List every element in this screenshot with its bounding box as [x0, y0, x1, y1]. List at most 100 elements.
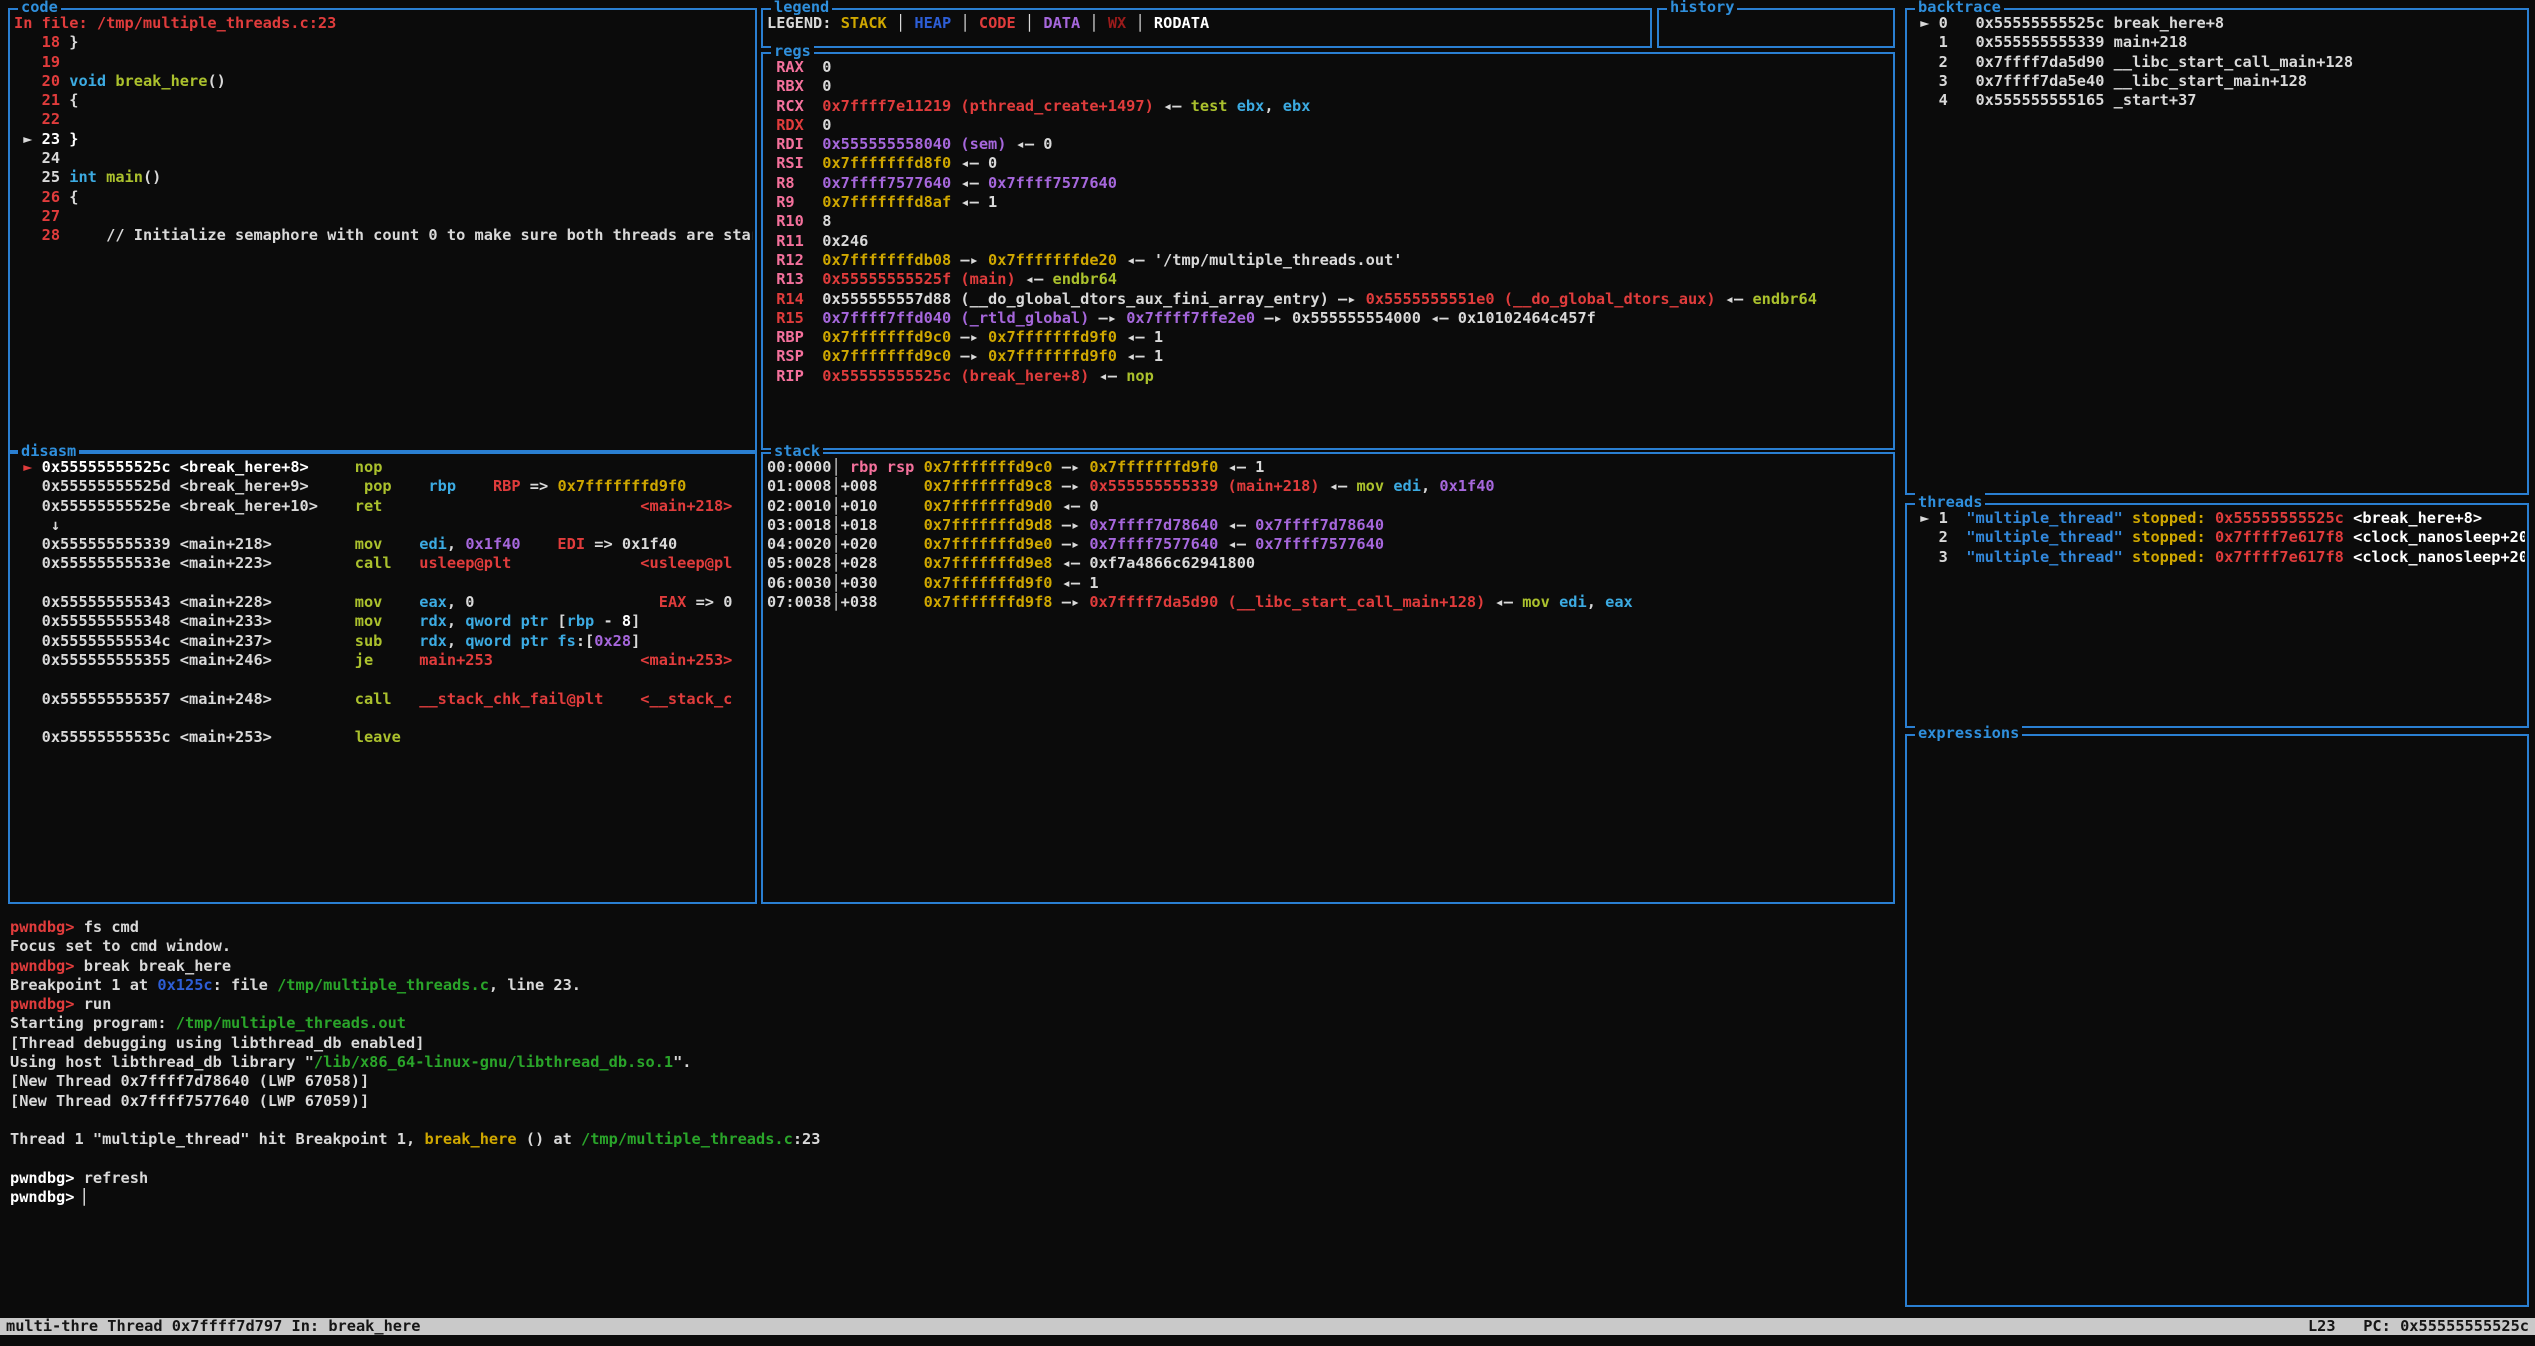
disasm-line: ► 0x55555555525c <break_here+8> nop [14, 458, 753, 477]
disasm-line: 0x55555555525e <break_here+10> ret <main… [14, 497, 753, 516]
terminal-line: pwndbg> break break_here [10, 957, 1888, 976]
status-bar: multi-thre Thread 0x7ffff7d797 In: break… [0, 1318, 2535, 1335]
register-row: R11 0x246 [767, 232, 1891, 251]
disasm-panel: disasm ► 0x55555555525c <break_here+8> n… [8, 452, 757, 904]
disasm-panel-body: ► 0x55555555525c <break_here+8> nop 0x55… [10, 454, 755, 902]
history-panel-title: history [1667, 0, 1737, 17]
disasm-line: 0x55555555533e <main+223> call usleep@pl… [14, 554, 753, 573]
code-line: 21 { [14, 91, 753, 110]
stack-row: 07:0038│+038 0x7fffffffd9f8 —▸ 0x7ffff7d… [767, 593, 1891, 612]
disasm-line [14, 574, 753, 593]
terminal-line: Starting program: /tmp/multiple_threads.… [10, 1014, 1888, 1033]
thread-row: 2 "multiple_thread" stopped: 0x7ffff7e61… [1911, 528, 2525, 547]
legend-panel: legend LEGEND: STACK │ HEAP │ CODE │ DAT… [761, 8, 1652, 48]
terminal-line: Breakpoint 1 at 0x125c: file /tmp/multip… [10, 976, 1888, 995]
register-row: R10 8 [767, 212, 1891, 231]
backtrace-frame: 3 0x7ffff7da5e40 __libc_start_main+128 [1911, 72, 2525, 91]
terminal-line [10, 1150, 1888, 1169]
register-row: RSI 0x7fffffffd8f0 ◂— 0 [767, 154, 1891, 173]
expressions-panel: expressions [1905, 734, 2529, 1307]
stack-row: 05:0028│+028 0x7fffffffd9e8 ◂— 0xf7a4866… [767, 554, 1891, 573]
threads-panel: threads ► 1 "multiple_thread" stopped: 0… [1905, 503, 2529, 728]
terminal-line: pwndbg> refresh [10, 1169, 1888, 1188]
register-row: R8 0x7ffff7577640 ◂— 0x7ffff7577640 [767, 174, 1891, 193]
history-panel: history [←][→] [1657, 8, 1895, 48]
code-line: 19 [14, 53, 753, 72]
stack-row: 06:0030│+030 0x7fffffffd9f0 ◂— 1 [767, 574, 1891, 593]
terminal-line: [New Thread 0x7ffff7577640 (LWP 67059)] [10, 1092, 1888, 1111]
code-line: ► 23 } [14, 130, 753, 149]
register-row: RDX 0 [767, 116, 1891, 135]
threads-panel-title: threads [1915, 493, 1985, 512]
status-thread-info: multi-thre Thread 0x7ffff7d797 In: break… [6, 1318, 420, 1335]
terminal-line: pwndbg> ▏ [10, 1188, 1888, 1207]
code-panel-body: In file: /tmp/multiple_threads.c:23 18 }… [10, 10, 755, 450]
code-line: 25 int main() [14, 168, 753, 187]
terminal-line: Focus set to cmd window. [10, 937, 1888, 956]
legend-panel-title: legend [771, 0, 832, 17]
code-line: 27 [14, 207, 753, 226]
legend-panel-body: LEGEND: STACK │ HEAP │ CODE │ DATA │ WX … [763, 10, 1650, 46]
register-row: RAX 0 [767, 58, 1891, 77]
expressions-panel-body [1907, 736, 2527, 1305]
regs-panel-body: RAX 0 RBX 0 RCX 0x7ffff7e11219 (pthread_… [763, 54, 1893, 448]
disasm-line: 0x555555555357 <main+248> call __stack_c… [14, 690, 753, 709]
register-row: R14 0x555555557d88 (__do_global_dtors_au… [767, 290, 1891, 309]
stack-row: 00:0000│ rbp rsp 0x7fffffffd9c0 —▸ 0x7ff… [767, 458, 1891, 477]
code-line: 22 [14, 110, 753, 129]
backtrace-frame: 4 0x555555555165 _start+37 [1911, 91, 2525, 110]
disasm-line: 0x55555555525d <break_here+9> pop rbp RB… [14, 477, 753, 496]
disasm-line: 0x55555555535c <main+253> leave [14, 728, 753, 747]
terminal-line: Thread 1 "multiple_thread" hit Breakpoin… [10, 1130, 1888, 1149]
pwndbg-screen: code In file: /tmp/multiple_threads.c:23… [0, 0, 2535, 1346]
disasm-line [14, 709, 753, 728]
stack-row: 02:0010│+010 0x7fffffffd9d0 ◂— 0 [767, 497, 1891, 516]
terminal-line [10, 1111, 1888, 1130]
terminal-line: [Thread debugging using libthread_db ena… [10, 1034, 1888, 1053]
backtrace-panel-body: ► 0 0x55555555525c break_here+8 1 0x5555… [1907, 10, 2527, 493]
backtrace-frame: 1 0x555555555339 main+218 [1911, 33, 2525, 52]
register-row: R15 0x7ffff7ffd040 (_rtld_global) —▸ 0x7… [767, 309, 1891, 328]
register-row: R12 0x7fffffffdb08 —▸ 0x7fffffffde20 ◂— … [767, 251, 1891, 270]
register-row: RBX 0 [767, 77, 1891, 96]
disasm-line: 0x555555555339 <main+218> mov edi, 0x1f4… [14, 535, 753, 554]
code-panel: code In file: /tmp/multiple_threads.c:23… [8, 8, 757, 452]
backtrace-panel-title: backtrace [1915, 0, 2004, 17]
register-row: R9 0x7fffffffd8af ◂— 1 [767, 193, 1891, 212]
terminal-line: Using host libthread_db library "/lib/x8… [10, 1053, 1888, 1072]
stack-row: 03:0018│+018 0x7fffffffd9d8 —▸ 0x7ffff7d… [767, 516, 1891, 535]
disasm-line: 0x555555555348 <main+233> mov rdx, qword… [14, 612, 753, 631]
cmd-window[interactable]: pwndbg> fs cmdFocus set to cmd window.pw… [8, 912, 1888, 1312]
register-row: RIP 0x55555555525c (break_here+8) ◂— nop [767, 367, 1891, 386]
code-panel-title: code [18, 0, 61, 17]
stack-row: 04:0020│+020 0x7fffffffd9e0 —▸ 0x7ffff75… [767, 535, 1891, 554]
status-line-pc: L23 PC: 0x55555555525c [2308, 1318, 2529, 1335]
thread-row: 3 "multiple_thread" stopped: 0x7ffff7e61… [1911, 548, 2525, 567]
threads-panel-body: ► 1 "multiple_thread" stopped: 0x5555555… [1907, 505, 2527, 726]
disasm-line: ↓ [14, 516, 753, 535]
register-row: RDI 0x555555558040 (sem) ◂— 0 [767, 135, 1891, 154]
stack-panel-title: stack [771, 442, 823, 461]
register-row: RBP 0x7fffffffd9c0 —▸ 0x7fffffffd9f0 ◂— … [767, 328, 1891, 347]
register-row: RCX 0x7ffff7e11219 (pthread_create+1497)… [767, 97, 1891, 116]
code-line: 26 { [14, 188, 753, 207]
regs-panel-title: regs [771, 42, 814, 61]
backtrace-panel: backtrace ► 0 0x55555555525c break_here+… [1905, 8, 2529, 495]
code-line: 28 // Initialize semaphore with count 0 … [14, 226, 753, 245]
disasm-panel-title: disasm [18, 442, 79, 461]
expressions-panel-title: expressions [1915, 724, 2022, 743]
disasm-line: 0x55555555534c <main+237> sub rdx, qword… [14, 632, 753, 651]
thread-row: ► 1 "multiple_thread" stopped: 0x5555555… [1911, 509, 2525, 528]
stack-panel: stack 00:0000│ rbp rsp 0x7fffffffd9c0 —▸… [761, 452, 1895, 904]
regs-panel: regs RAX 0 RBX 0 RCX 0x7ffff7e11219 (pth… [761, 52, 1895, 450]
code-line: 20 void break_here() [14, 72, 753, 91]
terminal-line: pwndbg> fs cmd [10, 918, 1888, 937]
disasm-line [14, 670, 753, 689]
stack-row: 01:0008│+008 0x7fffffffd9c8 —▸ 0x5555555… [767, 477, 1891, 496]
legend-line: LEGEND: STACK │ HEAP │ CODE │ DATA │ WX … [767, 14, 1648, 33]
stack-panel-body: 00:0000│ rbp rsp 0x7fffffffd9c0 —▸ 0x7ff… [763, 454, 1893, 902]
code-line: 18 } [14, 33, 753, 52]
code-line: In file: /tmp/multiple_threads.c:23 [14, 14, 753, 33]
code-line: 24 [14, 149, 753, 168]
disasm-line: 0x555555555355 <main+246> je main+253 <m… [14, 651, 753, 670]
